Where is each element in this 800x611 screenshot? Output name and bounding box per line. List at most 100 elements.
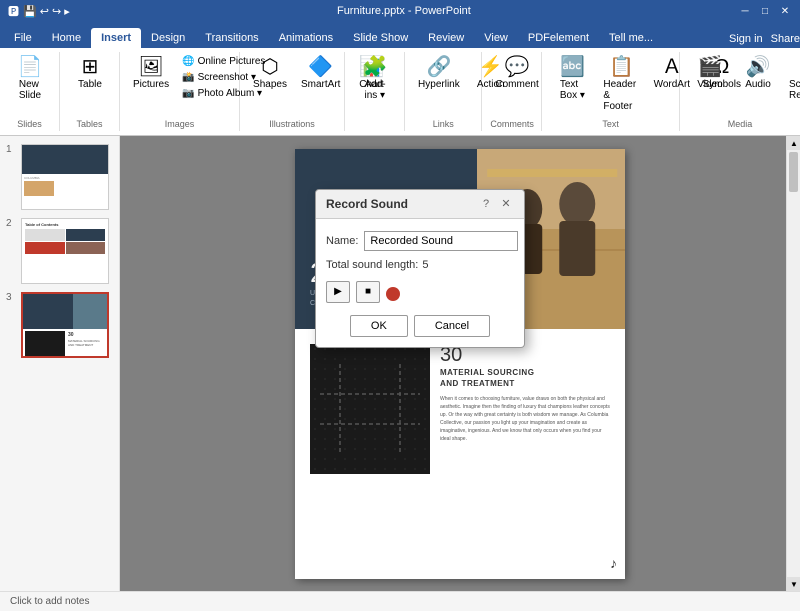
links-group-label: Links (413, 117, 473, 129)
media-group-label: Media (688, 117, 792, 129)
audio-button[interactable]: 🔊 Audio (736, 54, 780, 93)
smartart-button[interactable]: 🔷 SmartArt (296, 54, 345, 93)
table-button[interactable]: ⊞ Table (68, 54, 112, 93)
right-scrollbar: ▲ ▼ (786, 136, 800, 591)
table-icon: ⊞ (82, 57, 99, 77)
slide-img-2: Table of Contents (21, 218, 109, 284)
tab-animations[interactable]: Animations (269, 28, 343, 48)
video-icon: 🎬 (698, 57, 723, 77)
ribbon-slides-items: 📄 NewSlide (8, 54, 52, 117)
tab-insert[interactable]: Insert (91, 28, 141, 48)
ok-button[interactable]: OK (350, 315, 408, 337)
ribbon-group-links: 🔗 Hyperlink ⚡ Action Links (405, 52, 482, 131)
dialog-close-button[interactable]: ✕ (498, 196, 514, 212)
close-button[interactable]: ✕ (778, 4, 792, 18)
comment-button[interactable]: 💬 Comment (490, 54, 543, 93)
new-slide-icon: 📄 (18, 57, 43, 77)
ribbon-tables-items: ⊞ Table (68, 54, 112, 117)
header-footer-button[interactable]: 📋 Header& Footer (598, 54, 645, 115)
ribbon-group-addins: 🧩 Add-ins ▾ (345, 52, 405, 131)
tab-file[interactable]: File (4, 28, 42, 48)
shapes-button[interactable]: ⬡ Shapes (248, 54, 292, 93)
pictures-icon: 🖼 (138, 57, 163, 77)
ribbon-group-slides: 📄 NewSlide Slides (0, 52, 60, 131)
header-footer-icon: 📋 (609, 57, 634, 77)
smartart-icon: 🔷 (308, 57, 333, 77)
smartart-label: SmartArt (301, 79, 340, 90)
minimize-button[interactable]: ─ (738, 4, 752, 18)
name-input[interactable] (364, 231, 518, 251)
dialog-controls: ▶ ■ (326, 281, 514, 303)
screen-recording-label: ScreenRecording (789, 79, 800, 101)
scroll-thumb[interactable] (789, 152, 798, 192)
play-button[interactable]: ▶ (326, 281, 350, 303)
name-label: Name: (326, 235, 358, 247)
dialog-length-row: Total sound length: 5 (326, 259, 514, 271)
quick-access: 💾 ↩ ↪ ▸ (23, 5, 70, 18)
ribbon-group-images: 🖼 Pictures 🌐 Online Pictures 📸 Screensho… (120, 52, 240, 131)
dialog-body: Name: Total sound length: 5 ▶ ■ (316, 219, 524, 347)
table-label: Table (78, 79, 102, 90)
video-label: Video (697, 79, 722, 90)
status-bar: Click to add notes (0, 591, 800, 611)
ribbon-group-text: 🔤 TextBox ▾ 📋 Header& Footer Ａ WordArt Ω… (542, 52, 680, 131)
addins-button[interactable]: 🧩 Add-ins ▾ (353, 54, 397, 104)
new-slide-button[interactable]: 📄 NewSlide (8, 54, 52, 104)
ribbon-comments-items: 💬 Comment (490, 54, 543, 117)
title-bar: 🅿 💾 ↩ ↪ ▸ Furniture.pptx - PowerPoint ─ … (0, 0, 800, 22)
ribbon-group-tables: ⊞ Table Tables (60, 52, 120, 131)
tab-view[interactable]: View (474, 28, 518, 48)
addins-group-label (353, 127, 396, 129)
pictures-button[interactable]: 🖼 Pictures (128, 54, 174, 93)
online-pictures-icon: 🌐 (182, 56, 194, 67)
dialog-help-button[interactable]: ? (478, 196, 494, 212)
slide-thumbnail-2[interactable]: 2 Table of Contents (6, 218, 113, 284)
tab-home[interactable]: Home (42, 28, 91, 48)
status-text: Click to add notes (10, 596, 90, 607)
tab-review[interactable]: Review (418, 28, 474, 48)
length-value: 5 (422, 259, 428, 271)
ribbon-group-illustrations: ⬡ Shapes 🔷 SmartArt 📊 Chart Illustration… (240, 52, 345, 131)
share-button[interactable]: Share (771, 33, 800, 45)
comments-group-label: Comments (490, 117, 533, 129)
dialog-title-icons: ? ✕ (478, 196, 514, 212)
audio-icon: 🔊 (746, 57, 771, 77)
record-sound-dialog: Record Sound ? ✕ Name: Total so (315, 189, 525, 348)
slide-img-3: 30 MATERIAL SOURCING AND TREATMENT (21, 292, 109, 358)
wordart-icon: Ａ (662, 57, 682, 77)
slides-group-label: Slides (8, 117, 51, 129)
app-icon: 🅿 (8, 3, 19, 19)
video-button[interactable]: 🎬 Video (688, 54, 732, 93)
comment-label: Comment (495, 79, 538, 90)
tab-slideshow[interactable]: Slide Show (343, 28, 418, 48)
screenshot-icon: 📸 (182, 72, 194, 83)
tab-tell-me[interactable]: Tell me... (599, 28, 663, 48)
slide-thumbnail-3[interactable]: 3 30 MATERIAL SOURCING AND TREATMENT (6, 292, 113, 358)
hyperlink-button[interactable]: 🔗 Hyperlink (413, 54, 465, 93)
shapes-icon: ⬡ (261, 57, 278, 77)
record-button[interactable] (386, 287, 400, 301)
scroll-up-button[interactable]: ▲ (787, 136, 800, 150)
addins-label: Add-ins ▾ (364, 79, 385, 101)
tab-design[interactable]: Design (141, 28, 195, 48)
pictures-label: Pictures (133, 79, 169, 90)
slide-num-2: 2 (6, 218, 16, 229)
tab-transitions[interactable]: Transitions (195, 28, 268, 48)
stop-button[interactable]: ■ (356, 281, 380, 303)
slide-img-1: COLUMBIA (21, 144, 109, 210)
main-area: 1 COLUMBIA 2 Table of Contents (0, 136, 800, 591)
cancel-button[interactable]: Cancel (414, 315, 490, 337)
new-slide-label: NewSlide (19, 79, 41, 101)
screen-recording-button[interactable]: ⏺ ScreenRecording (784, 54, 800, 104)
scroll-down-button[interactable]: ▼ (787, 577, 800, 591)
textbox-button[interactable]: 🔤 TextBox ▾ (550, 54, 594, 104)
tab-pdfelement[interactable]: PDFelement (518, 28, 599, 48)
ribbon: 📄 NewSlide Slides ⊞ Table Tables 🖼 Pictu… (0, 48, 800, 136)
shapes-label: Shapes (253, 79, 287, 90)
sign-in-button[interactable]: Sign in (729, 33, 763, 45)
maximize-button[interactable]: □ (758, 4, 772, 18)
ribbon-group-media: 🎬 Video 🔊 Audio ⏺ ScreenRecording Media (680, 52, 800, 131)
slide-thumbnail-1[interactable]: 1 COLUMBIA (6, 144, 113, 210)
illustrations-group-label: Illustrations (248, 117, 336, 129)
length-label: Total sound length: (326, 259, 418, 271)
